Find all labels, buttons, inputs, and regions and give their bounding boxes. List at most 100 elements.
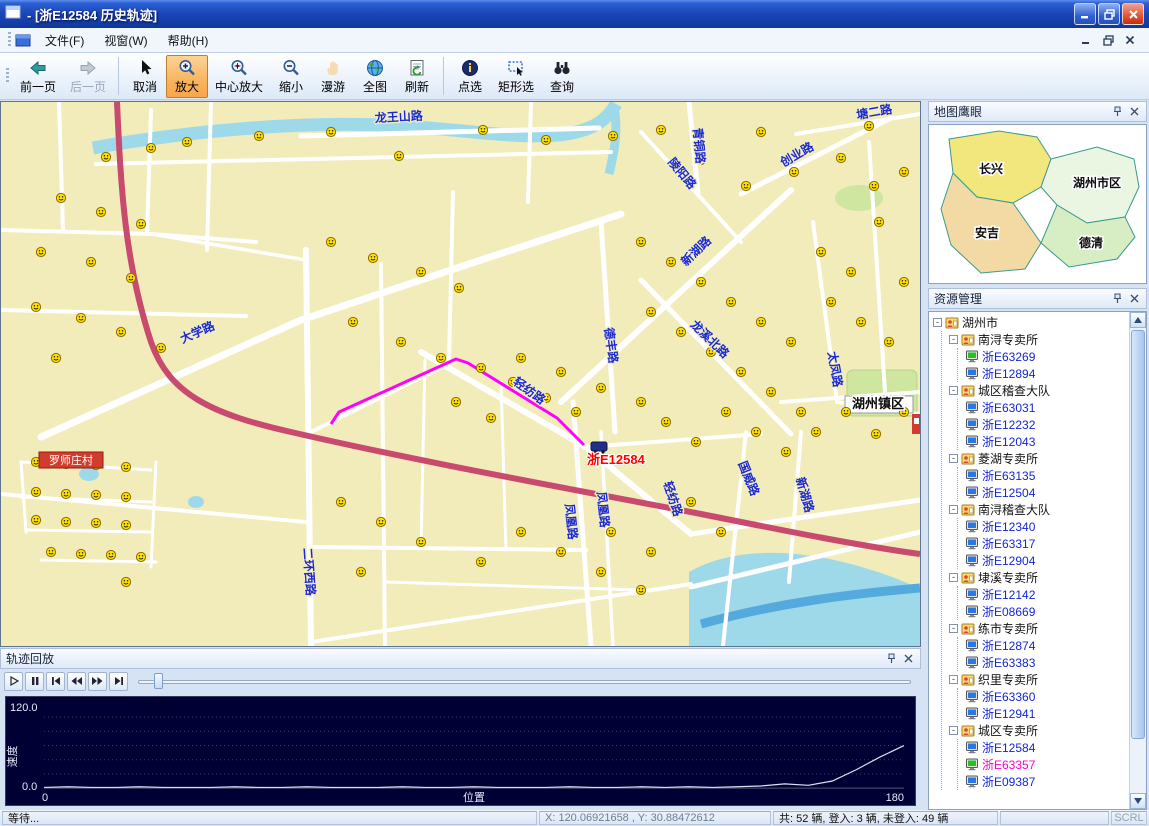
expand-toggle[interactable]: - [949, 454, 958, 463]
toolbar-button-zoom-out[interactable]: 缩小 [270, 55, 312, 98]
tree-node-group[interactable]: -城区稽查大队 [949, 382, 1129, 399]
skip-end-button[interactable] [109, 672, 128, 691]
expand-toggle[interactable]: - [949, 726, 958, 735]
toolbar-button-rect-select[interactable]: 矩形选 [491, 55, 541, 98]
close-icon[interactable] [1127, 105, 1141, 119]
vehicle-marker[interactable] [874, 217, 883, 226]
vehicle-marker[interactable] [836, 153, 845, 162]
tree-node-group[interactable]: -南浔专卖所 [949, 331, 1129, 348]
tree-node-vehicle[interactable]: 浙E09387 [965, 773, 1129, 790]
vehicle-marker[interactable] [91, 490, 100, 499]
tree-node-vehicle[interactable]: 浙E12043 [965, 433, 1129, 450]
toolbar-button-zoom-center[interactable]: 中心放大 [208, 55, 270, 98]
vehicle-marker[interactable] [646, 307, 655, 316]
vehicle-marker[interactable] [766, 387, 775, 396]
vehicle-marker[interactable] [146, 143, 155, 152]
vehicle-marker[interactable] [254, 131, 263, 140]
vehicle-marker[interactable] [741, 181, 750, 190]
toolbar-button-binoculars[interactable]: 查询 [541, 55, 583, 98]
vehicle-marker[interactable] [476, 363, 485, 372]
vehicle-marker[interactable] [348, 317, 357, 326]
tree-node-vehicle[interactable]: 浙E63383 [965, 654, 1129, 671]
vehicle-marker[interactable] [76, 549, 85, 558]
tree-node-vehicle[interactable]: 浙E12504 [965, 484, 1129, 501]
vehicle-marker[interactable] [156, 343, 165, 352]
vehicle-marker[interactable] [811, 427, 820, 436]
tree-node-vehicle[interactable]: 浙E63135 [965, 467, 1129, 484]
play-button[interactable] [4, 672, 23, 691]
vehicle-marker[interactable] [126, 273, 135, 282]
vehicle-marker[interactable] [846, 267, 855, 276]
vehicle-marker[interactable] [416, 537, 425, 546]
tree-node-group[interactable]: -练市专卖所 [949, 620, 1129, 637]
scroll-up-button[interactable] [1130, 312, 1146, 328]
vehicle-marker[interactable] [656, 125, 665, 134]
tree-node-group[interactable]: -城区专卖所 [949, 722, 1129, 739]
tree-node-group[interactable]: -菱湖专卖所 [949, 450, 1129, 467]
eagle-eye-map[interactable]: 长兴 湖州市区 安吉 德清 [928, 124, 1147, 284]
toolbar-button-cursor[interactable]: 取消 [124, 55, 166, 98]
vehicle-marker[interactable] [666, 257, 675, 266]
vehicle-marker[interactable] [416, 267, 425, 276]
pin-icon[interactable] [884, 652, 898, 666]
vehicle-marker[interactable] [786, 337, 795, 346]
vehicle-marker[interactable] [696, 277, 705, 286]
vehicle-marker[interactable] [899, 167, 908, 176]
vehicle-marker[interactable] [96, 207, 105, 216]
close-icon[interactable] [1127, 292, 1141, 306]
vehicle-marker[interactable] [61, 489, 70, 498]
skip-start-button[interactable] [46, 672, 65, 691]
vehicle-marker[interactable] [46, 547, 55, 556]
toolbar-button-globe[interactable]: 全图 [354, 55, 396, 98]
vehicle-marker[interactable] [899, 277, 908, 286]
vehicle-marker[interactable] [606, 527, 615, 536]
vehicle-marker[interactable] [826, 297, 835, 306]
vehicle-marker[interactable] [56, 193, 65, 202]
vehicle-marker[interactable] [716, 527, 725, 536]
toolbar-button-zoom-in[interactable]: 放大 [166, 55, 208, 98]
menu-help[interactable]: 帮助(H) [158, 29, 219, 52]
vehicle-marker[interactable] [394, 151, 403, 160]
vehicle-marker[interactable] [86, 257, 95, 266]
tree-scrollbar[interactable] [1129, 312, 1146, 809]
expand-toggle[interactable]: - [949, 624, 958, 633]
vehicle-marker[interactable] [101, 152, 110, 161]
vehicle-marker[interactable] [454, 283, 463, 292]
tree-node-vehicle[interactable]: 浙E63031 [965, 399, 1129, 416]
toolbar-button-info-select[interactable]: 点选 [449, 55, 491, 98]
vehicle-marker[interactable] [478, 125, 487, 134]
pin-icon[interactable] [1110, 292, 1124, 306]
expand-toggle[interactable]: - [949, 675, 958, 684]
scrollbar-track[interactable] [1130, 328, 1146, 793]
vehicle-marker[interactable] [31, 487, 40, 496]
vehicle-marker[interactable] [636, 585, 645, 594]
rewind-button[interactable] [67, 672, 86, 691]
vehicle-marker[interactable] [608, 131, 617, 140]
vehicle-marker[interactable] [121, 462, 130, 471]
toolbar-button-arrow-left[interactable]: 前一页 [13, 55, 63, 98]
expand-toggle[interactable]: - [949, 335, 958, 344]
tree-node-vehicle[interactable]: 浙E12941 [965, 705, 1129, 722]
restore-button[interactable] [1098, 3, 1120, 25]
vehicle-marker[interactable] [31, 302, 40, 311]
pin-icon[interactable] [1110, 105, 1124, 119]
vehicle-marker[interactable] [869, 181, 878, 190]
scroll-down-button[interactable] [1130, 793, 1146, 809]
menu-window[interactable]: 视窗(W) [94, 29, 157, 52]
vehicle-marker[interactable] [636, 237, 645, 246]
tree-node-vehicle[interactable]: 浙E63317 [965, 535, 1129, 552]
tree-node-group[interactable]: -织里专卖所 [949, 671, 1129, 688]
vehicle-marker[interactable] [864, 121, 873, 130]
vehicle-marker[interactable] [436, 353, 445, 362]
toolbar-button-pan-hand[interactable]: 漫游 [312, 55, 354, 98]
vehicle-marker[interactable] [556, 547, 565, 556]
tree-node-root[interactable]: -湖州市 [933, 314, 1129, 331]
forward-button[interactable] [88, 672, 107, 691]
tree-node-vehicle[interactable]: 浙E12232 [965, 416, 1129, 433]
toolbar-button-arrow-right[interactable]: 后一页 [63, 55, 113, 98]
tree-node-vehicle[interactable]: 浙E63357 [965, 756, 1129, 773]
vehicle-marker[interactable] [636, 397, 645, 406]
mdi-close-button[interactable] [1121, 32, 1139, 48]
expand-toggle[interactable]: - [949, 573, 958, 582]
vehicle-marker[interactable] [136, 219, 145, 228]
